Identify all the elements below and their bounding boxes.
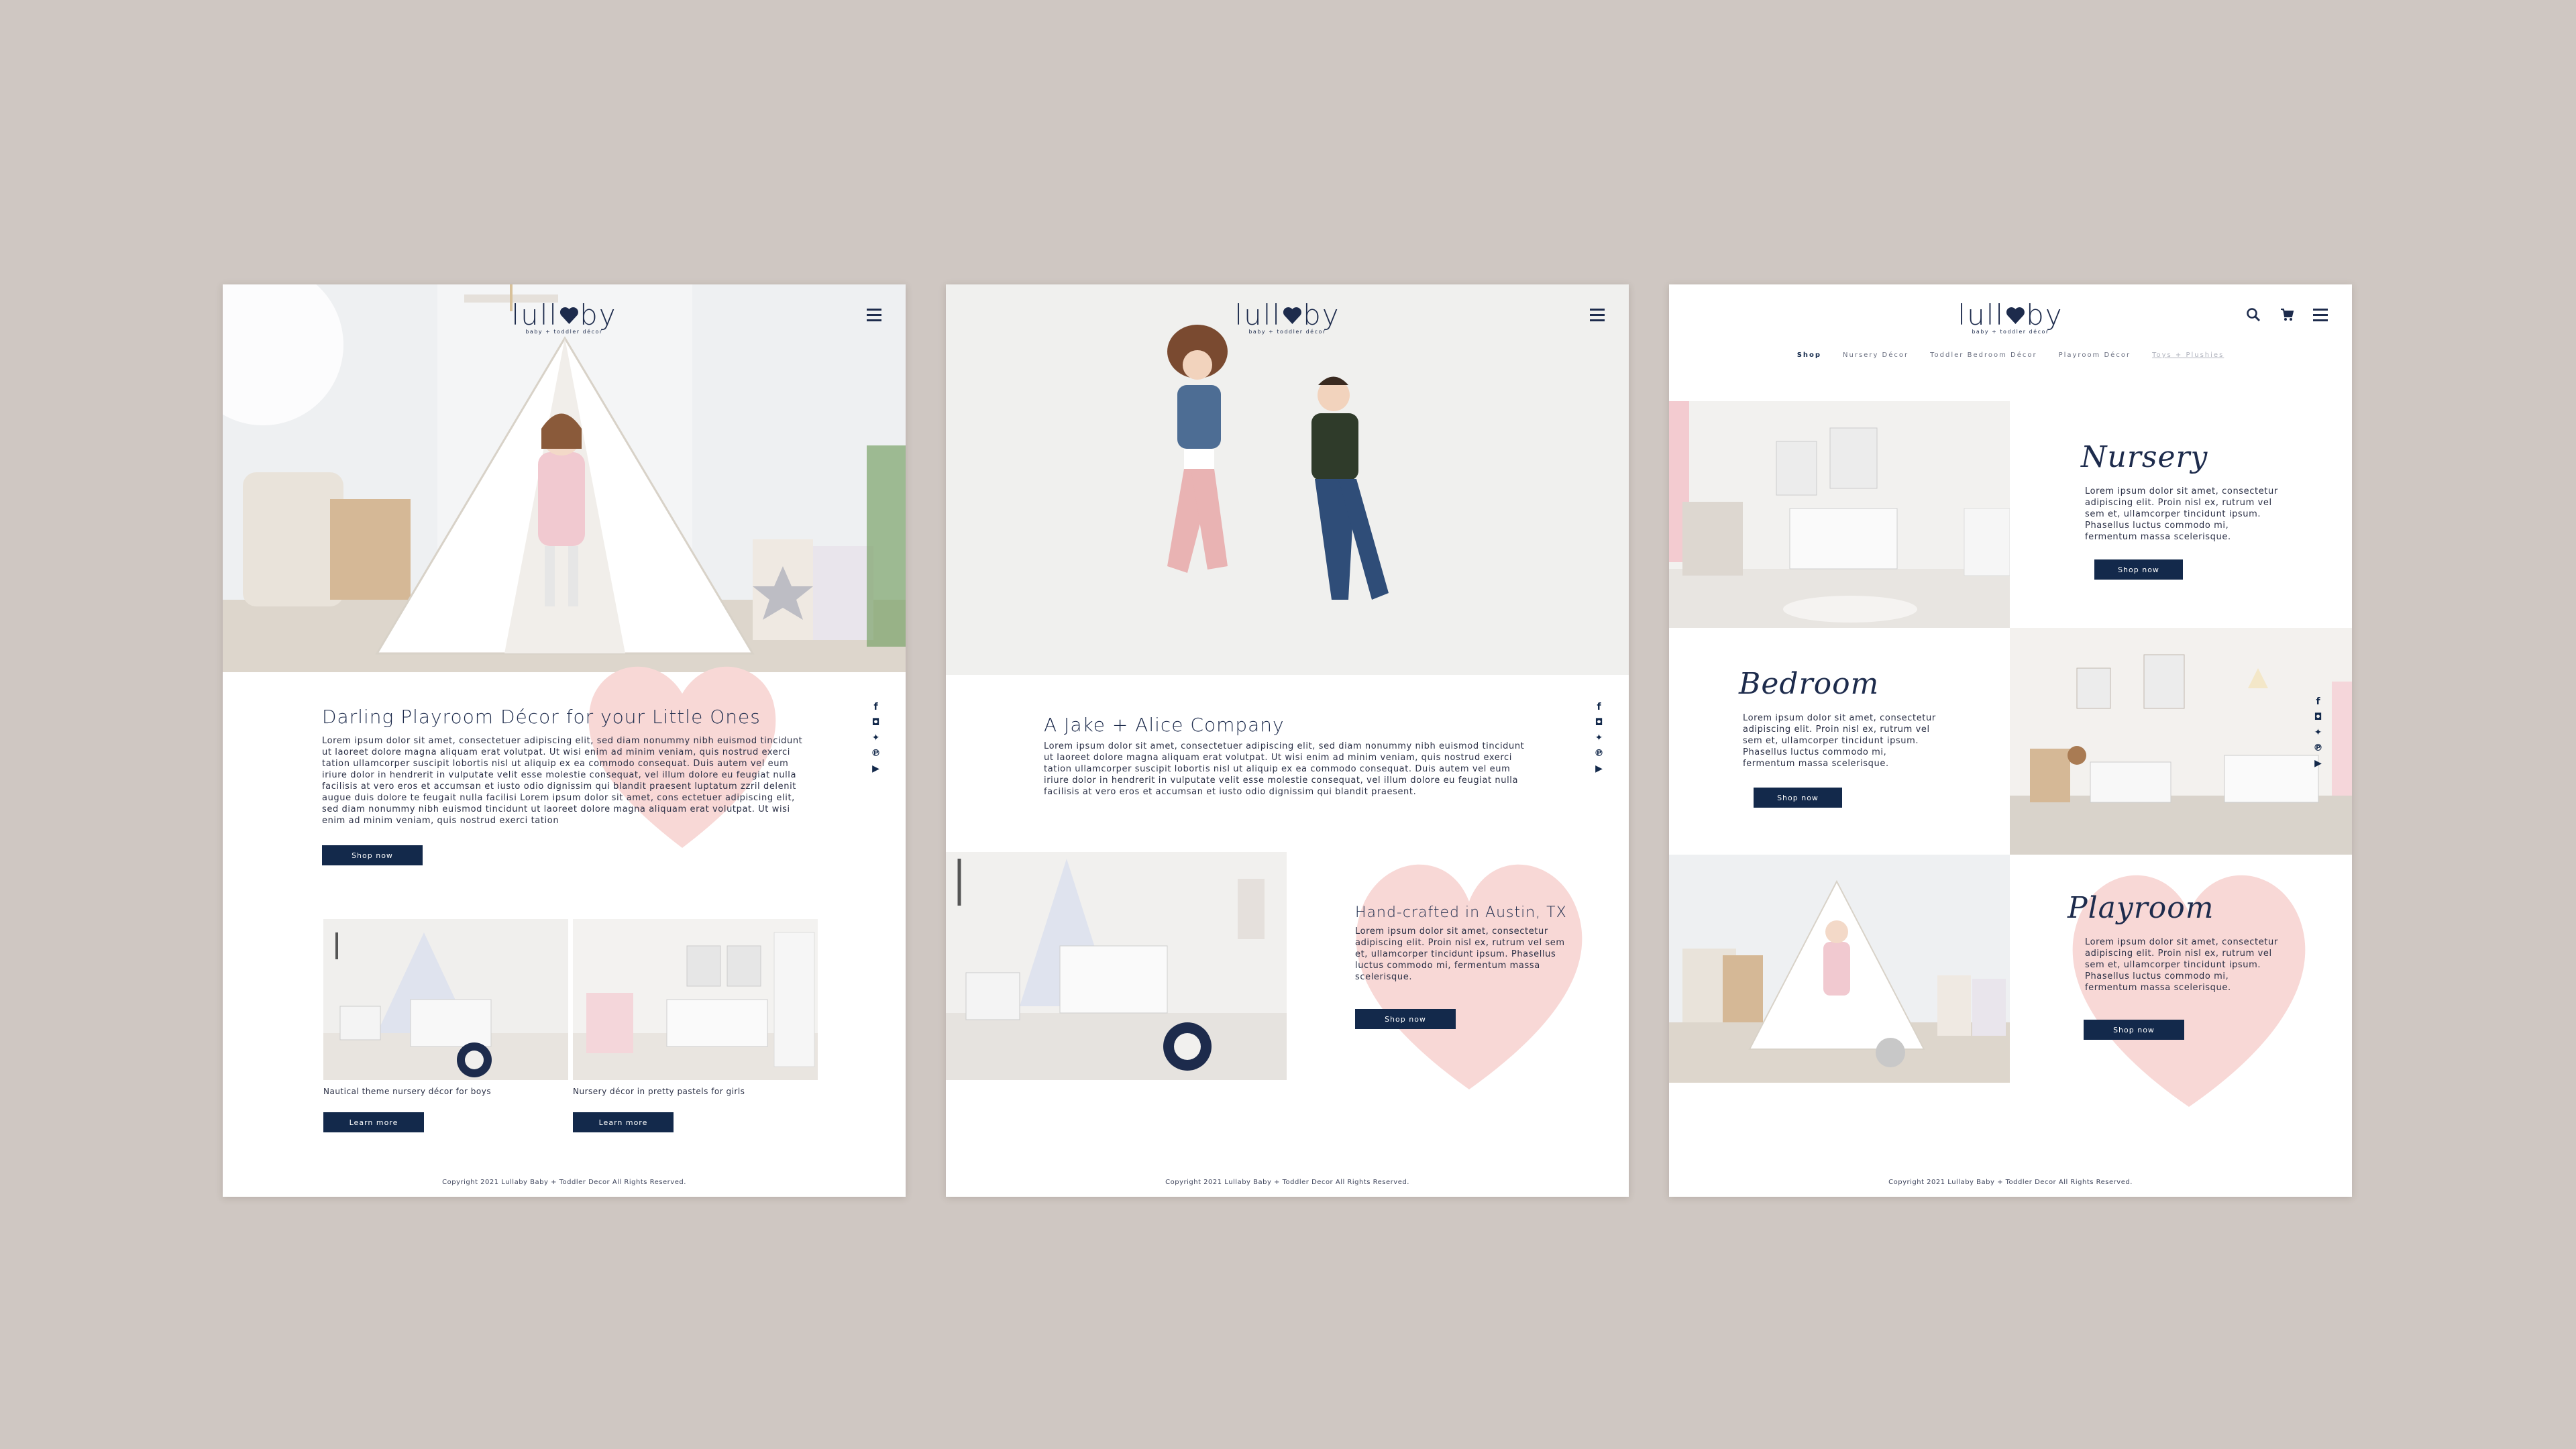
- nautical-caption: Nautical theme nursery décor for boys: [323, 1087, 492, 1096]
- homepage-mockup: lull by baby + toddler décor Darling Pla…: [223, 284, 906, 1197]
- logo-tagline: baby + toddler décor: [1972, 329, 2049, 335]
- facebook-icon[interactable]: f: [2313, 696, 2323, 707]
- playroom-body-text: Lorem ipsum dolor sit amet, consectetur …: [2085, 937, 2278, 993]
- heart-logo-icon: [559, 307, 578, 324]
- nav-nursery-decor[interactable]: Nursery Décor: [1843, 352, 1909, 359]
- footer-copyright: Copyright 2021 Lullaby Baby + Toddler De…: [1165, 1179, 1409, 1186]
- pastel-nursery-photo[interactable]: [573, 919, 818, 1080]
- hamburger-menu-icon[interactable]: [867, 309, 881, 325]
- footer-copyright: Copyright 2021 Lullaby Baby + Toddler De…: [442, 1179, 686, 1186]
- pastel-caption: Nursery décor in pretty pastels for girl…: [573, 1087, 745, 1096]
- search-icon[interactable]: [2246, 307, 2261, 325]
- instagram-icon[interactable]: ◘: [871, 717, 881, 728]
- playroom-photo[interactable]: [1669, 855, 2010, 1083]
- pinterest-icon[interactable]: ℗: [2313, 743, 2323, 753]
- logo-text-right: by: [2026, 299, 2063, 331]
- logo-text-right: by: [580, 299, 617, 331]
- facebook-icon[interactable]: f: [1594, 702, 1604, 712]
- bedroom-title: Bedroom: [1739, 667, 1880, 701]
- nursery-body-text: Lorem ipsum dolor sit amet, consectetur …: [2085, 486, 2278, 542]
- nav-playroom-decor[interactable]: Playroom Décor: [2059, 352, 2131, 359]
- heart-logo-icon: [2006, 307, 2025, 324]
- logo-text-left: lull: [511, 299, 559, 331]
- hamburger-menu-icon[interactable]: [1590, 309, 1605, 325]
- nav-toddler-bedroom-decor[interactable]: Toddler Bedroom Décor: [1930, 352, 2037, 359]
- social-icons: f ◘ ✦ ℗ ▶: [871, 702, 881, 774]
- brand-logo[interactable]: lull by baby + toddler décor: [1234, 301, 1340, 335]
- pinterest-icon[interactable]: ℗: [871, 748, 881, 759]
- logo-tagline: baby + toddler décor: [1248, 329, 1326, 335]
- company-headline: A Jake + Alice Company: [1044, 714, 1285, 736]
- nav-shop[interactable]: Shop: [1797, 352, 1821, 359]
- twitter-icon[interactable]: ✦: [1594, 733, 1604, 743]
- playroom-title: Playroom: [2068, 891, 2214, 925]
- nav-toys-plushies[interactable]: Toys + Plushies: [2152, 352, 2224, 359]
- cart-icon[interactable]: [2279, 307, 2294, 325]
- feature-title: Hand-crafted in Austin, TX: [1355, 904, 1567, 921]
- nursery-shop-button[interactable]: Shop now: [2094, 559, 2183, 580]
- twitter-icon[interactable]: ✦: [2313, 727, 2323, 738]
- bedroom-shop-button[interactable]: Shop now: [1754, 788, 1842, 808]
- learn-more-button[interactable]: Learn more: [573, 1112, 674, 1132]
- shop-now-button[interactable]: Shop now: [1355, 1009, 1456, 1029]
- brand-logo[interactable]: lull by baby + toddler décor: [511, 301, 616, 335]
- instagram-icon[interactable]: ◘: [2313, 712, 2323, 722]
- playroom-shop-button[interactable]: Shop now: [2084, 1020, 2184, 1040]
- facebook-icon[interactable]: f: [871, 702, 881, 712]
- social-icons: f ◘ ✦ ℗ ▶: [1594, 702, 1604, 774]
- bedroom-body-text: Lorem ipsum dolor sit amet, consectetur …: [1743, 713, 1936, 769]
- youtube-icon[interactable]: ▶: [871, 763, 881, 774]
- footer-copyright: Copyright 2021 Lullaby Baby + Toddler De…: [1888, 1179, 2133, 1186]
- learn-more-button[interactable]: Learn more: [323, 1112, 424, 1132]
- top-navigation: Shop Nursery Décor Toddler Bedroom Décor…: [1669, 352, 2352, 359]
- hero-photo-girl-teepee: [223, 284, 906, 672]
- hero-photo-founders: [946, 284, 1629, 675]
- pinterest-icon[interactable]: ℗: [1594, 748, 1604, 759]
- hamburger-menu-icon[interactable]: [2313, 309, 2328, 325]
- nursery-photo[interactable]: [1669, 401, 2010, 628]
- heart-logo-icon: [1283, 307, 1301, 324]
- nursery-title: Nursery: [2081, 440, 2208, 474]
- youtube-icon[interactable]: ▶: [2313, 758, 2323, 769]
- nautical-nursery-photo: [946, 852, 1287, 1080]
- logo-tagline: baby + toddler décor: [525, 329, 603, 335]
- youtube-icon[interactable]: ▶: [1594, 763, 1604, 774]
- logo-text-left: lull: [1957, 299, 2005, 331]
- brand-logo[interactable]: lull by baby + toddler décor: [1957, 301, 2063, 335]
- shop-page-mockup: lull by baby + toddler décor Shop Nurser…: [1669, 284, 2352, 1197]
- twitter-icon[interactable]: ✦: [871, 733, 881, 743]
- hero-body-text: Lorem ipsum dolor sit amet, consectetuer…: [322, 736, 803, 826]
- about-page-mockup: lull by baby + toddler décor A Jake + Al…: [946, 284, 1629, 1197]
- feature-body-text: Lorem ipsum dolor sit amet, consectetur …: [1355, 926, 1565, 982]
- logo-text-left: lull: [1234, 299, 1282, 331]
- instagram-icon[interactable]: ◘: [1594, 717, 1604, 728]
- bedroom-photo[interactable]: [2010, 628, 2352, 855]
- logo-text-right: by: [1303, 299, 1340, 331]
- hero-headline: Darling Playroom Décor for your Little O…: [322, 706, 761, 728]
- company-body-text: Lorem ipsum dolor sit amet, consectetuer…: [1044, 741, 1525, 797]
- social-icons: f ◘ ✦ ℗ ▶: [2313, 696, 2323, 769]
- nautical-nursery-photo[interactable]: [323, 919, 568, 1080]
- shop-now-button[interactable]: Shop now: [322, 845, 423, 865]
